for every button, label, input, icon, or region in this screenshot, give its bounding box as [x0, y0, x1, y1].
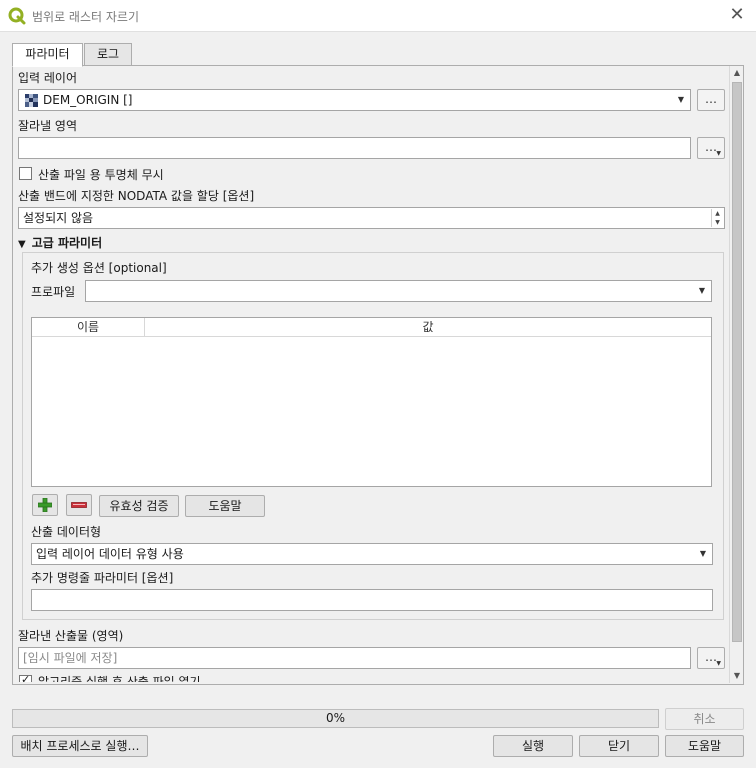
extra-options-label: 추가 생성 옵션 [optional]	[31, 261, 167, 275]
input-layer-browse-button[interactable]: …	[697, 89, 725, 111]
progress-bar: 0%	[12, 709, 659, 728]
raster-layer-icon	[25, 94, 38, 107]
advanced-toggle[interactable]: ▼ 고급 파라미터	[18, 234, 102, 251]
open-after-row: ✓ 알고리즘 실행 후 산출 파일 열기	[13, 672, 729, 682]
extent-input[interactable]	[18, 137, 691, 159]
tab-parameters[interactable]: 파라미터	[12, 43, 83, 67]
chevron-down-icon: ▼	[677, 95, 684, 104]
minus-icon	[71, 502, 87, 508]
profile-select[interactable]: ▼	[85, 280, 712, 302]
run-button[interactable]: 실행	[493, 735, 573, 757]
open-after-checkbox[interactable]: ✓	[19, 673, 32, 682]
cancel-button[interactable]: 취소	[665, 708, 744, 730]
extent-menu-button[interactable]: … ▼	[697, 137, 725, 159]
creation-options-table[interactable]: 이름 값	[31, 317, 712, 487]
extra-cmd-label: 추가 명령줄 파라미터 [옵션]	[31, 571, 174, 585]
profile-label: 프로파일	[31, 285, 76, 299]
qgis-icon	[8, 7, 26, 25]
scroll-down-icon[interactable]: ▼	[730, 669, 744, 683]
open-after-label: 알고리즘 실행 후 산출 파일 열기	[38, 675, 201, 682]
title-bar: 범위로 래스터 자르기 ✕	[0, 0, 756, 32]
scroll-thumb[interactable]	[732, 82, 742, 642]
column-header-value[interactable]: 값	[145, 318, 711, 337]
output-datatype-select[interactable]: 입력 레이어 데이터 유형 사용 ▼	[31, 543, 713, 565]
column-header-name[interactable]: 이름	[32, 318, 145, 337]
options-help-button[interactable]: 도움말	[185, 495, 265, 517]
add-row-button[interactable]	[32, 494, 58, 516]
table-header: 이름 값	[32, 318, 711, 337]
clipped-output-menu-button[interactable]: … ▼	[697, 647, 725, 669]
tab-log[interactable]: 로그	[84, 43, 132, 66]
extent-label: 잘라낼 영역	[18, 119, 78, 133]
window-title: 범위로 래스터 자르기	[32, 10, 139, 24]
spin-buttons[interactable]: ▲ ▼	[711, 209, 723, 227]
input-layer-value: DEM_ORIGIN []	[43, 93, 133, 107]
input-layer-label: 입력 레이어	[18, 71, 78, 85]
output-datatype-label: 산출 데이터형	[31, 525, 102, 539]
collapse-arrow-icon: ▼	[18, 239, 26, 250]
ignore-transparency-checkbox[interactable]	[19, 167, 32, 180]
help-button[interactable]: 도움말	[665, 735, 744, 757]
progress-text: 0%	[325, 711, 346, 725]
clipped-output-input[interactable]: [임시 파일에 저장]	[18, 647, 691, 669]
close-icon[interactable]: ✕	[726, 4, 748, 26]
nodata-spinbox[interactable]: 설정되지 않음 ▲ ▼	[18, 207, 725, 229]
nodata-value: 설정되지 않음	[23, 211, 94, 225]
clipped-output-label: 잘라낸 산출물 (영역)	[18, 629, 124, 643]
chevron-down-icon: ▼	[699, 549, 706, 558]
chevron-down-icon: ▼	[698, 286, 705, 295]
vertical-scrollbar[interactable]: ▲ ▼	[729, 66, 743, 683]
scroll-up-icon[interactable]: ▲	[730, 66, 744, 80]
validate-button[interactable]: 유효성 검증	[99, 495, 179, 517]
batch-process-button[interactable]: 배치 프로세스로 실행…	[12, 735, 148, 757]
extra-cmd-input[interactable]	[31, 589, 713, 611]
ignore-transparency-label: 산출 파일 용 투명체 무시	[38, 168, 164, 182]
remove-row-button[interactable]	[66, 494, 92, 516]
input-layer-select[interactable]: DEM_ORIGIN [] ▼	[18, 89, 691, 111]
close-button[interactable]: 닫기	[579, 735, 659, 757]
nodata-label: 산출 밴드에 지정한 NODATA 값을 할당 [옵션]	[18, 189, 255, 203]
plus-icon	[38, 498, 52, 512]
